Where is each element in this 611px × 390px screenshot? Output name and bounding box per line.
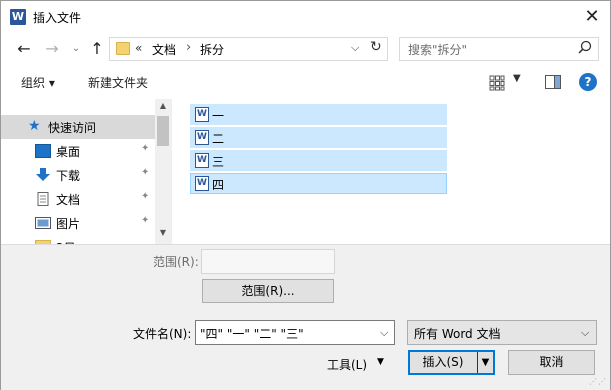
star-icon: ★ (28, 118, 41, 134)
file-name: 三 (212, 155, 225, 169)
title-bar: W 插入文件 ✕ (1, 1, 610, 32)
scroll-up-icon[interactable]: ▲ (155, 101, 171, 113)
sidebar-item-label: 图片 (56, 217, 81, 231)
insert-button-label[interactable]: 插入(S) (410, 352, 476, 373)
word-app-icon: W (10, 9, 26, 25)
help-icon[interactable]: ? (579, 73, 597, 91)
download-icon (36, 168, 50, 181)
sidebar-item-label: 文档 (56, 193, 81, 207)
breadcrumb-separator-icon[interactable]: › (186, 40, 191, 55)
filename-value: "四" "一" "二" "三" (200, 327, 304, 341)
command-bar: 组织 ▾ 新建文件夹 ▼ ? (1, 68, 610, 98)
vertical-scrollbar[interactable]: ▲ ▼ (155, 99, 171, 244)
desktop-icon (35, 144, 51, 158)
pin-icon[interactable]: ✦ (141, 191, 149, 202)
new-folder-button[interactable]: 新建文件夹 (88, 74, 148, 91)
insert-file-dialog: W 插入文件 ✕ ← → ⌄ ↑ « 文档 › 拆分 ⌵ ↻ 搜索"拆分" 组织… (0, 0, 611, 390)
forward-button[interactable]: → (41, 38, 63, 60)
sidebar-item-label: 快速访问 (48, 121, 97, 135)
search-input[interactable]: 搜索"拆分" (408, 41, 467, 58)
up-folder-button[interactable]: ↑ (86, 38, 108, 60)
breadcrumb-split[interactable]: 拆分 (200, 41, 224, 58)
range-button[interactable]: 范围(R)... (202, 279, 334, 303)
folder-icon (116, 42, 130, 55)
word-doc-icon: W (195, 176, 209, 191)
pin-icon[interactable]: ✦ (141, 167, 149, 178)
cancel-button[interactable]: 取消 (508, 350, 595, 375)
filename-field[interactable]: "四" "一" "二" "三" ⌵ (195, 320, 395, 345)
dialog-footer: 范围(R): 范围(R)... 文件名(N): "四" "一" "二" "三" … (1, 244, 610, 390)
range-label: 范围(R): (153, 255, 199, 269)
insert-dropdown-icon[interactable]: ▼ (477, 352, 493, 373)
file-name: 四 (212, 178, 225, 192)
pin-icon[interactable]: ✦ (141, 215, 149, 226)
sidebar-item-label: 下载 (56, 169, 81, 183)
sidebar-item-pictures[interactable]: 图片 ✦ (1, 211, 155, 235)
insert-button[interactable]: 插入(S) ▼ (408, 350, 495, 375)
search-icon[interactable] (576, 39, 594, 57)
resize-grip-icon[interactable]: ⋰⋰ (589, 377, 606, 387)
view-options-icon[interactable] (489, 75, 505, 91)
word-doc-icon: W (195, 107, 209, 122)
chevron-down-icon[interactable]: ⌵ (351, 41, 359, 55)
sidebar-item-downloads[interactable]: 下载 ✦ (1, 163, 155, 187)
filetype-value: 所有 Word 文档 (414, 327, 501, 341)
recent-locations-button[interactable]: ⌄ (65, 38, 87, 60)
picture-icon (35, 217, 51, 229)
refresh-icon[interactable]: ↻ (370, 39, 382, 55)
address-bar[interactable]: « 文档 › 拆分 ⌵ ↻ (109, 37, 388, 61)
tools-button[interactable]: 工具(L) (327, 356, 367, 373)
close-button[interactable]: ✕ (579, 5, 605, 29)
scroll-down-icon[interactable]: ▼ (155, 228, 171, 240)
chevron-down-icon[interactable]: ⌵ (380, 326, 388, 340)
range-field (201, 249, 335, 274)
view-dropdown-icon[interactable]: ▼ (513, 73, 521, 84)
file-item[interactable]: W 三 (190, 150, 447, 171)
organize-button[interactable]: 组织 ▾ (21, 74, 55, 91)
pin-icon[interactable]: ✦ (141, 143, 149, 154)
file-item[interactable]: W 二 (190, 127, 447, 148)
overflow-chevron-icon[interactable]: « (135, 41, 142, 55)
file-item[interactable]: W 一 (190, 104, 447, 125)
sidebar-item-folder[interactable]: 2日 (1, 235, 155, 244)
file-name: 二 (212, 132, 225, 146)
preview-pane-icon[interactable] (545, 75, 561, 89)
chevron-down-icon[interactable]: ⌵ (581, 326, 589, 340)
scrollbar-thumb[interactable] (157, 116, 169, 146)
navigation-pane: ★ 快速访问 桌面 ✦ 下载 ✦ 文档 ✦ 图片 ✦ ▲ ▼ (1, 99, 171, 244)
filename-label: 文件名(N): (133, 327, 192, 341)
file-item[interactable]: W 四 (190, 173, 447, 194)
sidebar-item-documents[interactable]: 文档 ✦ (1, 187, 155, 211)
filetype-select[interactable]: 所有 Word 文档 ⌵ (407, 320, 597, 345)
file-name: 一 (212, 109, 225, 123)
document-icon (37, 192, 49, 206)
file-list: W 一 W 二 W 三 W 四 (171, 99, 610, 244)
sidebar-item-desktop[interactable]: 桌面 ✦ (1, 139, 155, 163)
word-doc-icon: W (195, 130, 209, 145)
back-button[interactable]: ← (13, 38, 35, 60)
tools-dropdown-icon[interactable]: ▼ (377, 357, 384, 367)
sidebar-item-label: 桌面 (56, 145, 81, 159)
breadcrumb-documents[interactable]: 文档 (152, 41, 176, 58)
dialog-title: 插入文件 (33, 11, 82, 25)
sidebar-item-quick-access[interactable]: ★ 快速访问 (1, 115, 155, 139)
word-doc-icon: W (195, 153, 209, 168)
search-box[interactable]: 搜索"拆分" (399, 37, 599, 61)
